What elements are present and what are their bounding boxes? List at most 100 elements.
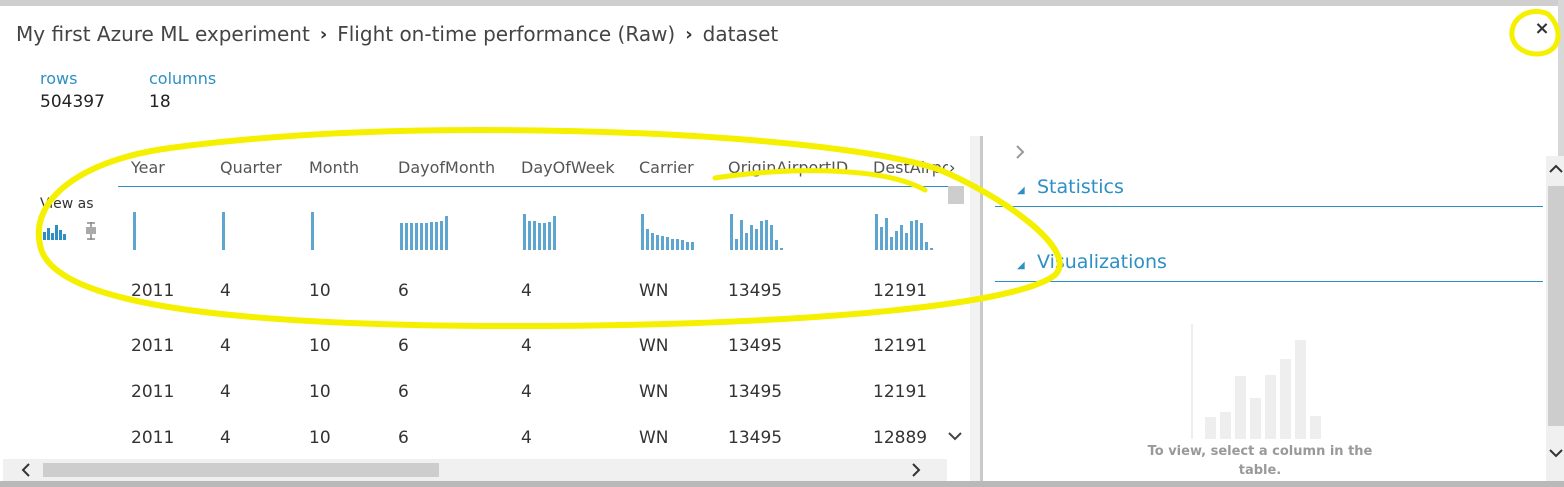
close-button[interactable]: ×: [1533, 20, 1551, 38]
table-cell: 6: [398, 382, 409, 402]
scroll-right-icon[interactable]: [911, 459, 921, 485]
column-header-year[interactable]: Year: [131, 158, 165, 177]
view-as-label: View as: [40, 196, 94, 212]
histogram-bar: [740, 220, 743, 250]
vertical-scroll-thumb[interactable]: [948, 186, 964, 204]
table-cell: 13495: [728, 336, 783, 356]
columns-label: columns: [149, 69, 217, 88]
column-header-quarter[interactable]: Quarter: [220, 158, 282, 177]
rows-value: 504397: [40, 92, 105, 112]
breadcrumb-separator: ›: [685, 23, 693, 45]
column-histogram[interactable]: [875, 208, 933, 250]
visualizations-section[interactable]: ◢ Visualizations: [995, 251, 1543, 282]
histogram-bar: [885, 218, 888, 250]
table-cell: 6: [398, 281, 409, 301]
scroll-down-icon[interactable]: [948, 426, 962, 445]
horizontal-scroll-thumb[interactable]: [43, 463, 439, 477]
column-header-originairportid[interactable]: OriginAirportID: [728, 158, 848, 177]
column-histogram[interactable]: [133, 208, 136, 250]
column-header-dayofmonth[interactable]: DayofMonth: [398, 158, 495, 177]
histogram-bar: [543, 223, 546, 250]
histogram-bar: [651, 233, 654, 250]
collapse-triangle-icon: ◢: [1017, 185, 1025, 196]
table-cell: 2011: [131, 382, 175, 402]
empty-state-message: To view, select a column in the table.: [1147, 444, 1373, 478]
rows-label: rows: [40, 69, 78, 88]
histogram-bar: [425, 223, 428, 250]
column-histogram[interactable]: [222, 208, 225, 250]
histogram-bar: [735, 239, 738, 250]
column-header-destairport[interactable]: DestAirpo: [873, 158, 948, 177]
boxplot-view-icon[interactable]: [83, 222, 99, 244]
table-cell: WN: [639, 281, 669, 301]
scroll-down-icon[interactable]: [1549, 446, 1563, 462]
expand-panel-icon[interactable]: [1015, 144, 1025, 165]
table-cell: 12191: [873, 382, 928, 402]
histogram-bar: [435, 222, 438, 250]
table-cell: 4: [220, 382, 231, 402]
panel-divider[interactable]: [970, 136, 983, 481]
histogram-bar: [760, 221, 763, 250]
histogram-bar: [671, 239, 674, 250]
histogram-bar: [780, 248, 783, 250]
table-cell: 4: [521, 428, 532, 448]
histogram-bar: [920, 223, 923, 250]
column-histogram[interactable]: [311, 208, 314, 250]
visualizations-title: Visualizations: [1037, 251, 1167, 273]
histogram-bar: [910, 221, 913, 250]
column-header-carrier[interactable]: Carrier: [639, 158, 694, 177]
scroll-up-icon[interactable]: [1549, 162, 1563, 178]
table-cell: 2011: [131, 428, 175, 448]
histogram-bar: [420, 223, 423, 250]
histogram-bar: [553, 216, 556, 250]
table-cell: 2011: [131, 336, 175, 356]
breadcrumb-module[interactable]: Flight on-time performance (Raw): [337, 22, 675, 46]
table-cell: 4: [521, 281, 532, 301]
histogram-bar: [890, 237, 893, 250]
right-vertical-scrollbar[interactable]: [1546, 156, 1564, 481]
histogram-bar: [311, 212, 314, 250]
table-cell: 4: [521, 336, 532, 356]
histogram-bar: [133, 212, 136, 250]
horizontal-scrollbar[interactable]: [3, 459, 947, 481]
table-cell: 4: [220, 428, 231, 448]
table-cell: 4: [220, 336, 231, 356]
column-header-dayofweek[interactable]: DayOfWeek: [521, 158, 615, 177]
breadcrumb-experiment[interactable]: My first Azure ML experiment: [16, 22, 310, 46]
column-header-month[interactable]: Month: [309, 158, 359, 177]
histogram-bar: [641, 214, 644, 250]
table-cell: WN: [639, 382, 669, 402]
histogram-bar: [915, 220, 918, 250]
scroll-columns-right-icon[interactable]: ›: [949, 158, 955, 177]
table-cell: 12191: [873, 281, 928, 301]
column-histogram[interactable]: [523, 208, 556, 250]
scroll-left-icon[interactable]: [21, 459, 31, 485]
table-cell: 10: [309, 428, 331, 448]
histogram-bar: [895, 231, 898, 250]
breadcrumb: My first Azure ML experiment › Flight on…: [16, 20, 778, 48]
table-cell: WN: [639, 336, 669, 356]
histogram-bar: [765, 220, 768, 250]
dataset-visualization-dialog: My first Azure ML experiment › Flight on…: [3, 6, 1564, 481]
histogram-bar: [750, 225, 753, 250]
histogram-bar: [533, 221, 536, 250]
histogram-view-icon[interactable]: [43, 222, 69, 244]
histogram-bar: [666, 237, 669, 250]
histogram-bar: [676, 239, 679, 250]
statistics-title: Statistics: [1037, 176, 1124, 198]
statistics-section[interactable]: ◢ Statistics: [995, 176, 1543, 207]
rows-stat: rows 504397: [40, 69, 105, 112]
histogram-bar: [415, 223, 418, 250]
column-histogram[interactable]: [641, 208, 694, 250]
histogram-bar: [445, 216, 448, 250]
histogram-bar: [730, 214, 733, 250]
histogram-bar: [880, 227, 883, 250]
vertical-scroll-thumb[interactable]: [1548, 186, 1564, 426]
table-cell: 2011: [131, 281, 175, 301]
histogram-bar: [755, 229, 758, 250]
histogram-bar: [646, 229, 649, 250]
histogram-bar: [222, 212, 225, 250]
column-histogram[interactable]: [730, 208, 783, 250]
histogram-bar: [430, 222, 433, 250]
column-histogram[interactable]: [400, 208, 448, 250]
